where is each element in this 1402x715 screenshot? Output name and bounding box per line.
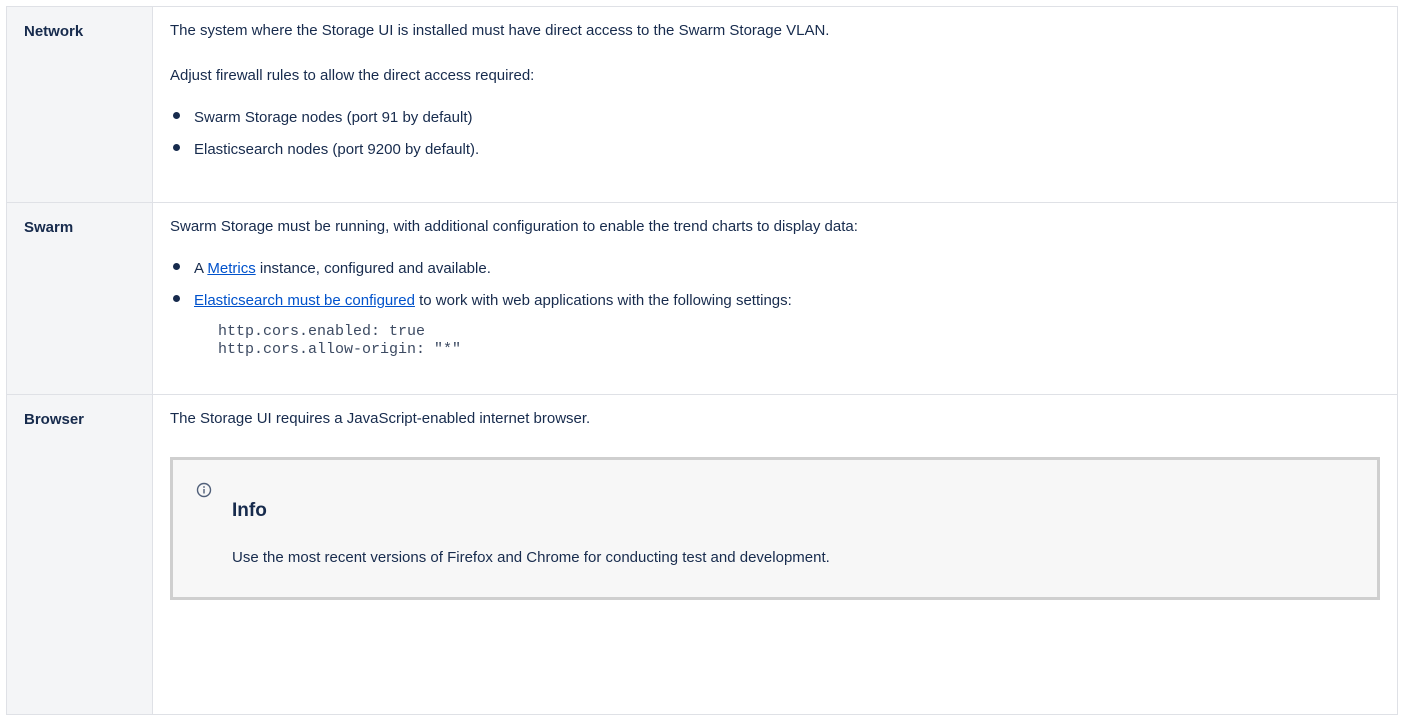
elasticsearch-config-link[interactable]: Elasticsearch must be configured (194, 292, 415, 309)
requirements-table: Network The system where the Storage UI … (6, 6, 1398, 715)
table-row-swarm: Swarm Swarm Storage must be running, wit… (6, 202, 1398, 395)
row-content-network: The system where the Storage UI is insta… (152, 6, 1398, 203)
swarm-paragraph-1: Swarm Storage must be running, with addi… (170, 218, 858, 235)
list-item: Elasticsearch nodes (port 9200 by defaul… (170, 140, 1380, 160)
network-bullet-list: Swarm Storage nodes (port 91 by default)… (170, 108, 1380, 160)
bullet-icon (173, 112, 180, 119)
code-line: http.cors.allow-origin: "*" (218, 341, 462, 358)
code-block: http.cors.enabled: true http.cors.allow-… (194, 323, 1380, 359)
row-content-swarm: Swarm Storage must be running, with addi… (152, 202, 1398, 395)
bullet-suffix: to work with web applications with the f… (414, 292, 792, 309)
network-paragraph-2: Adjust firewall rules to allow the direc… (170, 67, 535, 84)
info-circle-icon (196, 482, 212, 498)
list-item-text: Elasticsearch nodes (port 9200 by defaul… (194, 141, 480, 158)
list-item: Elasticsearch must be configured to work… (170, 291, 1380, 359)
code-line: http.cors.enabled: true (218, 323, 426, 340)
metrics-link[interactable]: Metrics (207, 260, 255, 277)
row-label-network: Network (6, 6, 153, 203)
table-row-browser: Browser The Storage UI requires a JavaSc… (6, 394, 1398, 715)
bullet-icon (173, 295, 180, 302)
browser-paragraph-1: The Storage UI requires a JavaScript-ena… (170, 410, 591, 427)
bullet-suffix: instance, configured and available. (255, 260, 491, 277)
info-title: Info (232, 500, 267, 521)
list-item-text: Swarm Storage nodes (port 91 by default) (194, 109, 473, 126)
list-item: A Metrics instance, configured and avail… (170, 259, 1380, 279)
swarm-bullet-list: A Metrics instance, configured and avail… (170, 259, 1380, 359)
row-label-browser: Browser (6, 394, 153, 715)
info-body: Use the most recent versions of Firefox … (232, 549, 830, 566)
row-label-swarm: Swarm (6, 202, 153, 395)
network-paragraph-1: The system where the Storage UI is insta… (170, 22, 830, 39)
bullet-icon (173, 144, 180, 151)
bullet-prefix: A (194, 260, 208, 277)
row-content-browser: The Storage UI requires a JavaScript-ena… (152, 394, 1398, 715)
table-row-network: Network The system where the Storage UI … (6, 6, 1398, 203)
list-item: Swarm Storage nodes (port 91 by default) (170, 108, 1380, 128)
info-panel: Info Use the most recent versions of Fir… (170, 457, 1380, 600)
bullet-icon (173, 263, 180, 270)
